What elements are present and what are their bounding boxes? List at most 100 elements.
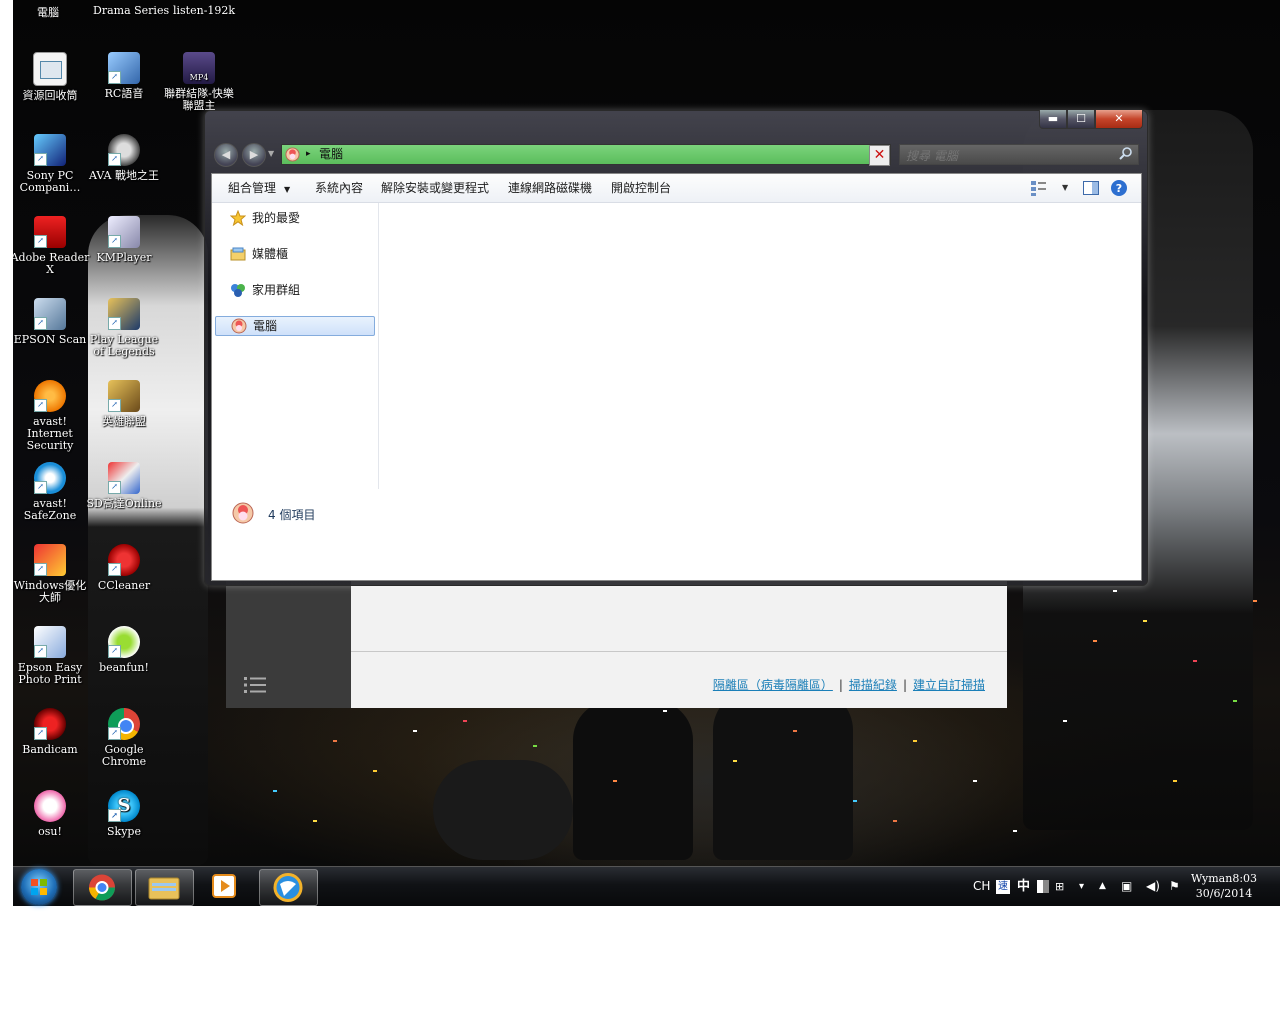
desktop-icon-epson-photo[interactable]: ↗ Epson Easy Photo Print <box>13 626 90 686</box>
desktop-icon-beanfun[interactable]: ↗ beanfun! <box>84 626 164 674</box>
svg-text:?: ? <box>1116 182 1122 195</box>
epson-photo-print-icon: ↗ <box>34 626 66 658</box>
wallpaper-figure <box>713 690 853 860</box>
uninstall-program-button[interactable]: 解除安裝或變更程式 <box>375 174 495 202</box>
help-icon[interactable]: ? <box>1110 179 1128 197</box>
taskbar-explorer[interactable] <box>135 869 194 906</box>
desktop-icon-recycle-bin[interactable]: 資源回收筒 <box>13 52 90 102</box>
recent-pages-dropdown[interactable]: ▼ <box>268 149 274 158</box>
windows-optimizer-icon: ↗ <box>34 544 66 576</box>
tray-options-icon[interactable]: ▾ <box>1079 867 1084 906</box>
address-bar[interactable]: ▸ 電腦 ▼ <box>281 144 891 165</box>
desktop-icon-osu[interactable]: osu! <box>13 790 90 838</box>
view-options-dropdown-icon[interactable]: ▼ <box>1062 183 1068 192</box>
quarantine-link[interactable]: 隔離區（病毒隔離區） <box>713 678 833 692</box>
desktop-icon-skype[interactable]: S ↗ Skype <box>84 790 164 838</box>
search-icon[interactable] <box>1118 146 1134 162</box>
clear-address-button[interactable]: ✕ <box>869 145 890 166</box>
desktop-icon-epson-scan[interactable]: ↗ EPSON Scan <box>13 298 90 346</box>
minimize-button[interactable]: ▬ <box>1039 110 1067 129</box>
open-control-panel-button[interactable]: 開啟控制台 <box>605 174 677 202</box>
breadcrumb-separator[interactable]: ▸ <box>306 145 311 164</box>
language-indicator[interactable]: CH <box>973 867 990 906</box>
search-input[interactable] <box>900 146 1116 166</box>
nav-item-computer[interactable]: 電腦 <box>215 316 375 336</box>
chrome-icon <box>88 874 116 901</box>
epson-scan-icon: ↗ <box>34 298 66 330</box>
action-center-flag-icon[interactable]: ⚑ <box>1169 867 1180 906</box>
avast-icon: ↗ <box>34 380 66 412</box>
details-pane: 4 個項目 <box>212 492 1141 552</box>
organize-label: 組合管理 <box>228 181 277 195</box>
command-bar: 組合管理 ▼ 系統內容 解除安裝或變更程式 連線網路磁碟機 開啟控制台 ▼ ? <box>212 174 1141 203</box>
explorer-window[interactable]: ▬ ☐ ✕ ◀ ▶ ▼ ▸ 電腦 ▼ ✕ 組合管理 ▼ 系統內容 解除安裝或變更程… <box>204 110 1148 586</box>
ime-settings-icon[interactable]: ⊞ <box>1055 867 1064 906</box>
ccleaner-icon: ↗ <box>108 544 140 576</box>
breadcrumb-computer[interactable]: 電腦 <box>319 145 343 164</box>
desktop-icon-sd-gundam[interactable]: ↗ SD高達Online <box>84 462 164 510</box>
ime-mode-icon[interactable]: 速 <box>996 867 1010 906</box>
desktop-icon-bandicam[interactable]: ↗ Bandicam <box>13 708 90 756</box>
league-tw-icon: ↗ <box>108 380 140 412</box>
desktop-icon-win-optimizer[interactable]: ↗ Windows優化大師 <box>13 544 90 604</box>
explorer-content: 組合管理 ▼ 系統內容 解除安裝或變更程式 連線網路磁碟機 開啟控制台 ▼ ? 我… <box>211 173 1142 581</box>
taskbar-antivirus[interactable] <box>259 869 318 906</box>
taskbar-chrome[interactable] <box>73 869 132 906</box>
scan-history-link[interactable]: 掃描紀錄 <box>849 678 897 692</box>
taskbar: CH 速 中 ⊞ ▾ ▲ ▣ ◀) ⚑ Wyman8:03 30/6/2014 <box>13 866 1280 906</box>
media-player-icon <box>212 874 236 898</box>
list-menu-icon[interactable] <box>244 676 266 694</box>
background-app-links: 隔離區（病毒隔離區） | 掃描紀錄 | 建立自訂掃描 <box>713 676 985 693</box>
network-icon[interactable]: ▣ <box>1121 867 1132 906</box>
show-hidden-icons[interactable]: ▲ <box>1099 867 1106 906</box>
desktop-icon-rc-voice[interactable]: ↗ RC語音 <box>84 52 164 100</box>
organize-button[interactable]: 組合管理 ▼ <box>222 174 296 202</box>
taskbar-media-player[interactable] <box>197 869 254 904</box>
clock[interactable]: Wyman8:03 30/6/2014 <box>1184 871 1264 901</box>
desktop-icon-lol[interactable]: ↗ Play League of Legends <box>84 298 164 358</box>
sony-pc-companion-icon: ↗ <box>34 134 66 166</box>
globe-icon <box>273 873 303 902</box>
search-box[interactable] <box>899 144 1139 166</box>
computer-icon <box>232 502 254 524</box>
avast-safezone-icon: ↗ <box>34 462 66 494</box>
desktop-icon-league-tw[interactable]: ↗ 英雄聯盟 <box>84 380 164 428</box>
desktop-icon-adobe[interactable]: ↗ Adobe Reader X <box>13 216 90 276</box>
system-properties-button[interactable]: 系統內容 <box>309 174 369 202</box>
map-network-drive-button[interactable]: 連線網路磁碟機 <box>502 174 598 202</box>
volume-icon[interactable]: ◀) <box>1146 867 1160 906</box>
desktop-icon-kmplayer[interactable]: ↗ KMPlayer <box>84 216 164 264</box>
start-button[interactable] <box>21 869 57 905</box>
change-view-icon[interactable] <box>1030 179 1048 197</box>
nav-item-homegroup[interactable]: 家用群組 <box>215 281 373 299</box>
ime-chinese-indicator[interactable]: 中 <box>1017 867 1030 906</box>
half-width-icon[interactable] <box>1037 867 1049 906</box>
desktop-icon-label[interactable]: listen-192k <box>173 4 235 17</box>
homegroup-icon <box>231 284 245 297</box>
desktop-icon-label[interactable]: Drama Series <box>93 4 169 17</box>
nav-item-libraries[interactable]: 媒體櫃 <box>215 245 373 263</box>
desktop-icon-mp4[interactable]: MP4 聯群結隊-快樂聯盟主 <box>159 52 239 112</box>
custom-scan-link[interactable]: 建立自訂掃描 <box>913 678 985 692</box>
forward-button[interactable]: ▶ <box>242 143 266 167</box>
desktop-icon-ava[interactable]: ↗ AVA 戰地之王 <box>84 134 164 182</box>
link-separator: | <box>838 678 843 692</box>
desktop-icon-label[interactable]: 電腦 <box>37 4 59 20</box>
preview-pane-icon[interactable] <box>1082 179 1100 197</box>
skype-icon: S ↗ <box>108 790 140 822</box>
navigation-pane: 我的最愛 媒體櫃 家用群組 電腦 <box>212 203 379 489</box>
beanfun-icon: ↗ <box>108 626 140 658</box>
desktop-icon-avast-safezone[interactable]: ↗ avast! SafeZone <box>13 462 90 522</box>
league-of-legends-icon: ↗ <box>108 298 140 330</box>
sd-gundam-icon: ↗ <box>108 462 140 494</box>
close-button[interactable]: ✕ <box>1095 110 1143 129</box>
desktop-icon-sony[interactable]: ↗ Sony PC Compani… <box>13 134 90 194</box>
clock-time: Wyman8:03 <box>1190 872 1258 885</box>
clock-date: 30/6/2014 <box>1195 887 1253 900</box>
nav-item-favorites[interactable]: 我的最愛 <box>215 209 373 227</box>
desktop-icon-ccleaner[interactable]: ↗ CCleaner <box>84 544 164 592</box>
maximize-button[interactable]: ☐ <box>1067 110 1095 129</box>
desktop-icon-avast[interactable]: ↗ avast! Internet Security <box>13 380 90 452</box>
desktop-icon-chrome[interactable]: ↗ Google Chrome <box>84 708 164 768</box>
back-button[interactable]: ◀ <box>214 143 238 167</box>
